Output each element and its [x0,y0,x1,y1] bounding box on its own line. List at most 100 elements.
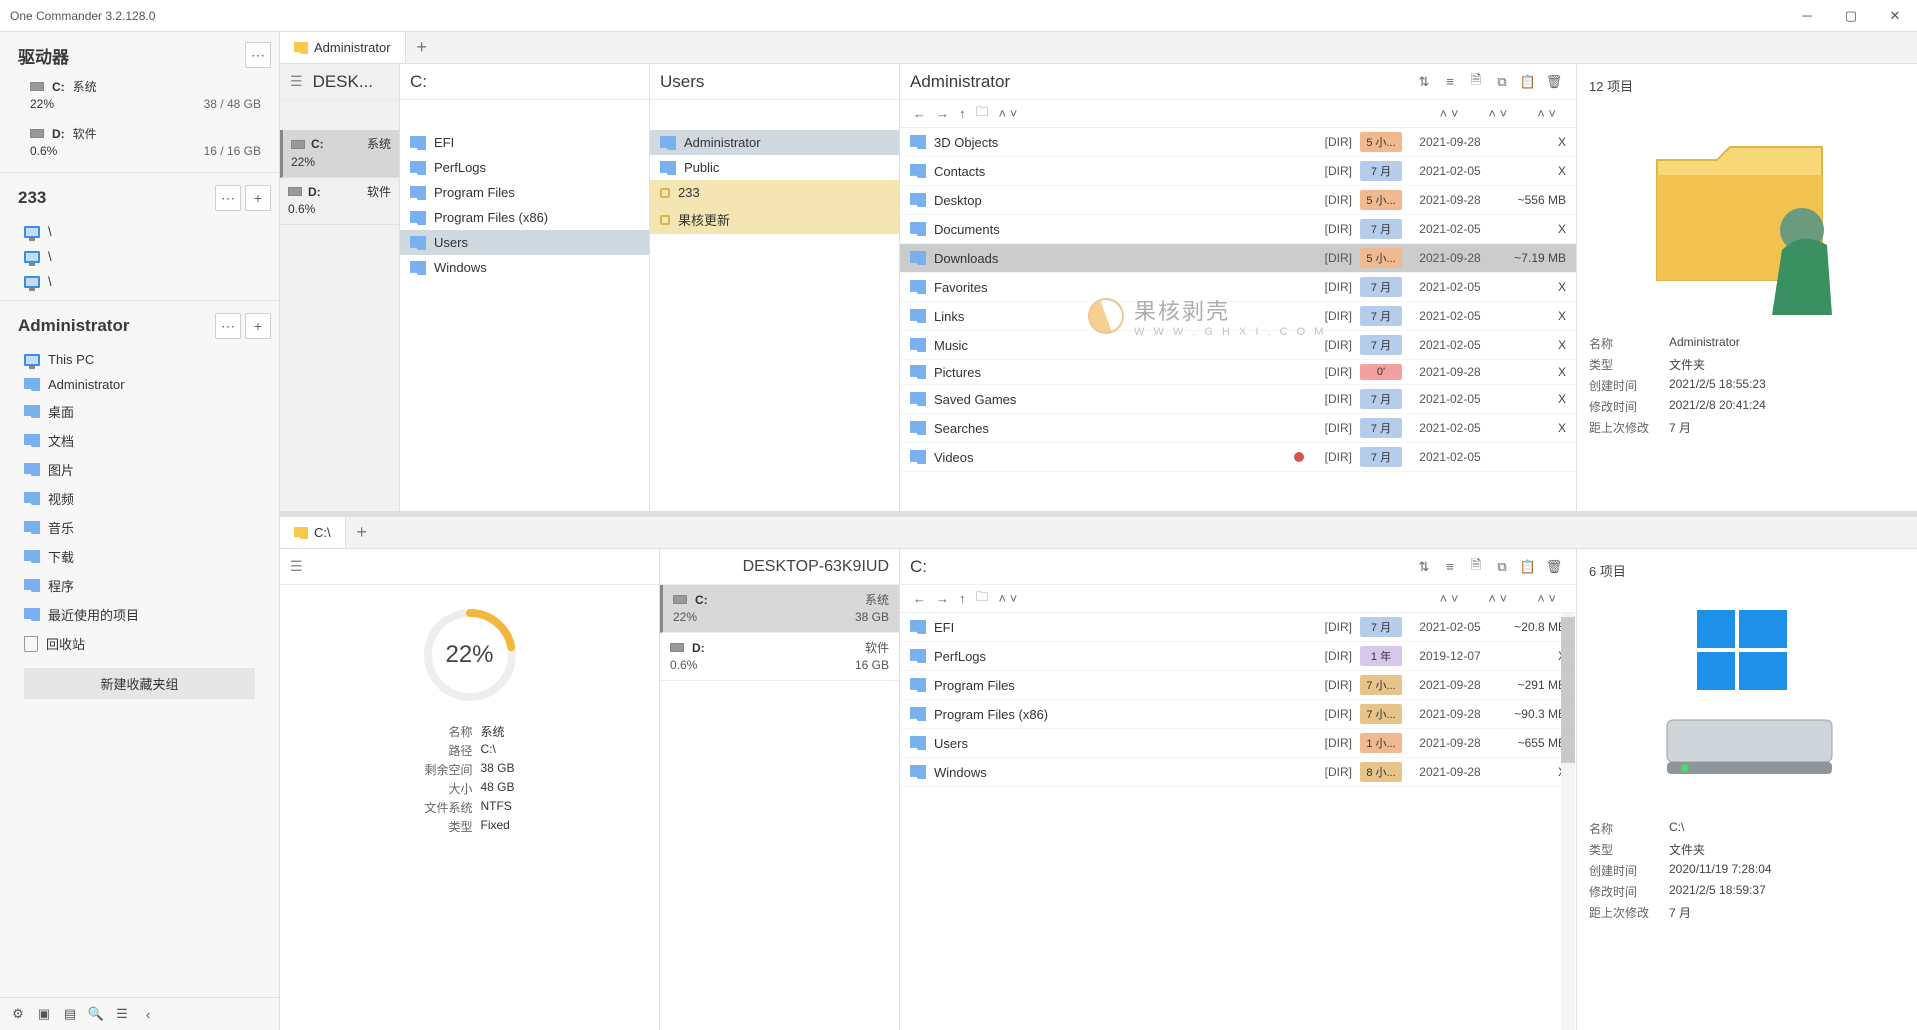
maximize-button[interactable]: ▢ [1829,0,1873,32]
file-row[interactable]: Program Files (x86) [DIR] 7 小... 2021-09… [900,700,1576,729]
paste-icon[interactable]: 📋 [1516,555,1540,579]
file-row[interactable]: Music [DIR] 7 月 2021-02-05 X [900,331,1576,360]
delete-icon[interactable]: 🗑 [1542,555,1566,579]
file-row[interactable]: Videos [DIR] 7 月 2021-02-05 [900,443,1576,472]
nav-folder-icon[interactable]: 🗀 [973,586,992,612]
folder-icon [910,678,926,692]
drive-item[interactable]: C:系统 22% [280,130,399,178]
nav-forward-icon[interactable]: → [933,104,952,123]
miller-row[interactable]: PerfLogs [400,155,649,180]
sort-col-2[interactable]: ˄ ˅ [1488,106,1507,121]
sidebar-item[interactable]: 文档 [0,426,279,455]
hamburger-icon[interactable]: ☰ [290,558,303,575]
miller-row[interactable]: Windows [400,255,649,280]
sidebar-item[interactable]: 图片 [0,455,279,484]
miller-row[interactable]: Administrator [650,130,899,155]
file-row[interactable]: Contacts [DIR] 7 月 2021-02-05 X [900,157,1576,186]
section-more-button[interactable]: ⋯ [215,313,241,339]
tab-add-button[interactable]: + [406,32,438,63]
settings-icon[interactable]: ⚙ [6,1002,30,1026]
file-row[interactable]: PerfLogs [DIR] 1 年 2019-12-07 X [900,642,1576,671]
file-row[interactable]: Links [DIR] 7 月 2021-02-05 X [900,302,1576,331]
miller-row[interactable]: Program Files [400,180,649,205]
columns-icon[interactable]: ▤ [58,1002,82,1026]
sort-col-3[interactable]: ˄ ˅ [1537,106,1556,121]
sidebar-drive[interactable]: D:软件 0.6%16 / 16 GB [0,121,279,168]
file-row[interactable]: EFI [DIR] 7 月 2021-02-05 ~20.8 MB [900,613,1576,642]
drives-more-button[interactable]: ⋯ [245,42,271,68]
hamburger-icon[interactable]: ☰ [290,73,303,90]
nav-folder-icon[interactable]: 🗀 [973,101,992,127]
drive-item[interactable]: D:软件 0.6%16 GB [660,633,899,681]
file-row[interactable]: 3D Objects [DIR] 5 小... 2021-09-28 X [900,128,1576,157]
sidebar-item[interactable]: 程序 [0,571,279,600]
section-add-button[interactable]: + [245,313,271,339]
copy-icon[interactable]: ⧉ [1490,555,1514,579]
nav-dropdown-icon[interactable]: ˄ ˅ [996,104,1021,123]
sidebar-item[interactable]: 下载 [0,542,279,571]
drive-item[interactable]: D:软件 0.6% [280,178,399,226]
miller-row[interactable]: Public [650,155,899,180]
sidebar-item[interactable]: This PC [0,347,279,372]
file-row[interactable]: Searches [DIR] 7 月 2021-02-05 X [900,414,1576,443]
section-add-button[interactable]: + [245,185,271,211]
list-icon[interactable]: ≡ [1438,555,1462,579]
miller-row[interactable]: EFI [400,130,649,155]
sidebar-item[interactable]: 最近使用的项目 [0,600,279,629]
sort-icon[interactable]: ⇅ [1412,70,1436,94]
sidebar-item[interactable]: \ [0,219,279,244]
sort-col-1[interactable]: ˄ ˅ [1440,106,1459,121]
new-fav-group-button[interactable]: 新建收藏夹组 [24,668,255,699]
miller-row[interactable]: Program Files (x86) [400,205,649,230]
nav-back-icon[interactable]: ← [910,104,929,123]
file-row[interactable]: Program Files [DIR] 7 小... 2021-09-28 ~2… [900,671,1576,700]
list-icon[interactable]: ≡ [1438,70,1462,94]
scrollbar[interactable] [1561,613,1575,1030]
tab-add-button[interactable]: + [346,517,378,548]
chevron-left-icon[interactable]: ‹ [136,1002,160,1026]
nav-up-icon[interactable]: ↑ [956,589,969,608]
file-row[interactable]: Downloads [DIR] 5 小... 2021-09-28 ~7.19 … [900,244,1576,273]
delete-icon[interactable]: 🗑 [1542,70,1566,94]
miller-row[interactable]: Users [400,230,649,255]
tab-c-drive[interactable]: C:\ [280,517,346,548]
nav-back-icon[interactable]: ← [910,589,929,608]
paste-icon[interactable]: 📋 [1516,70,1540,94]
sort-col-3[interactable]: ˄ ˅ [1537,591,1556,606]
copy-icon[interactable]: ⧉ [1490,70,1514,94]
file-row[interactable]: Windows [DIR] 8 小... 2021-09-28 X [900,758,1576,787]
sidebar-item[interactable]: Administrator [0,372,279,397]
sidebar-drive[interactable]: C:系统 22%38 / 48 GB [0,74,279,121]
sort-col-2[interactable]: ˄ ˅ [1488,591,1507,606]
file-row[interactable]: Documents [DIR] 7 月 2021-02-05 X [900,215,1576,244]
sidebar-item[interactable]: \ [0,244,279,269]
file-row[interactable]: Favorites [DIR] 7 月 2021-02-05 X [900,273,1576,302]
file-row[interactable]: Users [DIR] 1 小... 2021-09-28 ~655 MB [900,729,1576,758]
drive-item[interactable]: C:系统 22%38 GB [660,585,899,633]
new-file-icon[interactable]: 🗎 [1464,555,1488,579]
new-file-icon[interactable]: 🗎 [1464,70,1488,94]
sort-icon[interactable]: ⇅ [1412,555,1436,579]
sidebar-item[interactable]: 回收站 [0,629,279,658]
close-button[interactable]: ✕ [1873,0,1917,32]
file-size: X [1498,765,1566,779]
sidebar-item[interactable]: \ [0,269,279,294]
sidebar-item[interactable]: 视频 [0,484,279,513]
menu-icon[interactable]: ☰ [110,1002,134,1026]
section-more-button[interactable]: ⋯ [215,185,241,211]
sidebar-item[interactable]: 桌面 [0,397,279,426]
layout-icon[interactable]: ▣ [32,1002,56,1026]
tab-administrator[interactable]: Administrator [280,32,406,63]
file-row[interactable]: Saved Games [DIR] 7 月 2021-02-05 X [900,385,1576,414]
miller-row[interactable]: 果核更新 [650,205,899,234]
sort-col-1[interactable]: ˄ ˅ [1440,591,1459,606]
nav-dropdown-icon[interactable]: ˄ ˅ [996,589,1021,608]
sidebar-item[interactable]: 音乐 [0,513,279,542]
nav-forward-icon[interactable]: → [933,589,952,608]
minimize-button[interactable]: ─ [1785,0,1829,32]
file-row[interactable]: Desktop [DIR] 5 小... 2021-09-28 ~556 MB [900,186,1576,215]
nav-up-icon[interactable]: ↑ [956,104,969,123]
miller-row[interactable]: 233 [650,180,899,205]
search-icon[interactable]: 🔍 [84,1002,108,1026]
file-row[interactable]: Pictures [DIR] 0' 2021-09-28 X [900,360,1576,385]
